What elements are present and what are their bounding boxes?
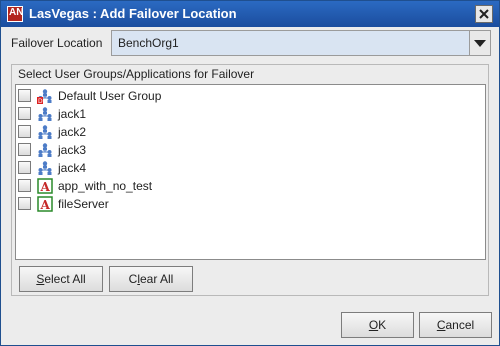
- checkbox[interactable]: [18, 89, 31, 102]
- cancel-label: ancel: [445, 318, 475, 332]
- app-logo-letters: AN: [9, 7, 24, 18]
- user-group-icon: [38, 125, 52, 139]
- close-icon: [479, 9, 489, 19]
- groups-list[interactable]: D Default User Group jack1 jack2 jack3 j…: [15, 84, 486, 260]
- list-item-label: jack1: [58, 107, 87, 121]
- svg-text:A: A: [40, 180, 51, 194]
- app-logo-icon: AN: [7, 6, 23, 22]
- chevron-down-icon: [474, 40, 486, 47]
- clear-all-label: ear All: [139, 272, 174, 286]
- list-item-label: fileServer: [58, 197, 109, 211]
- title-bar[interactable]: AN LasVegas : Add Failover Location: [1, 1, 499, 27]
- dialog-window: AN LasVegas : Add Failover Location Fail…: [0, 0, 500, 346]
- checkbox[interactable]: [18, 125, 31, 138]
- checkbox[interactable]: [18, 179, 31, 192]
- failover-location-dropdown[interactable]: BenchOrg1: [111, 30, 491, 56]
- list-item[interactable]: A fileServer: [16, 195, 485, 213]
- window-title: LasVegas : Add Failover Location: [29, 6, 237, 21]
- list-item-label: jack4: [58, 161, 87, 175]
- user-group-icon: [38, 161, 52, 175]
- svg-text:A: A: [40, 198, 51, 212]
- failover-location-label: Failover Location: [11, 36, 103, 50]
- list-item-label: jack3: [58, 143, 87, 157]
- ok-label: K: [378, 318, 387, 332]
- select-all-button[interactable]: Select All: [19, 266, 103, 292]
- failover-location-value: BenchOrg1: [118, 36, 179, 50]
- select-all-label: elect All: [44, 272, 86, 286]
- list-item[interactable]: A app_with_no_test: [16, 177, 485, 195]
- user-group-default-icon: D: [37, 89, 52, 104]
- close-button[interactable]: [475, 5, 493, 23]
- checkbox[interactable]: [18, 143, 31, 156]
- groups-panel-title: Select User Groups/Applications for Fail…: [15, 67, 258, 81]
- application-icon: A: [37, 178, 53, 194]
- svg-text:D: D: [38, 98, 43, 104]
- application-icon: A: [37, 196, 53, 212]
- list-item-label: app_with_no_test: [58, 179, 153, 193]
- ok-mnemonic: O: [368, 318, 379, 332]
- list-item[interactable]: jack2: [16, 123, 485, 141]
- list-item[interactable]: jack4: [16, 159, 485, 177]
- dropdown-arrow-button[interactable]: [469, 31, 490, 55]
- checkbox[interactable]: [18, 197, 31, 210]
- list-item[interactable]: D Default User Group: [16, 87, 485, 105]
- list-item-label: Default User Group: [58, 89, 162, 103]
- list-item[interactable]: jack3: [16, 141, 485, 159]
- clear-all-button[interactable]: Clear All: [109, 266, 193, 292]
- ok-button[interactable]: OK: [341, 312, 414, 338]
- user-group-icon: [38, 143, 52, 157]
- cancel-button[interactable]: Cancel: [419, 312, 492, 338]
- checkbox[interactable]: [18, 161, 31, 174]
- checkbox[interactable]: [18, 107, 31, 120]
- user-group-icon: [38, 107, 52, 121]
- list-item-label: jack2: [58, 125, 87, 139]
- clear-all-prefix: C: [128, 272, 138, 286]
- list-item[interactable]: jack1: [16, 105, 485, 123]
